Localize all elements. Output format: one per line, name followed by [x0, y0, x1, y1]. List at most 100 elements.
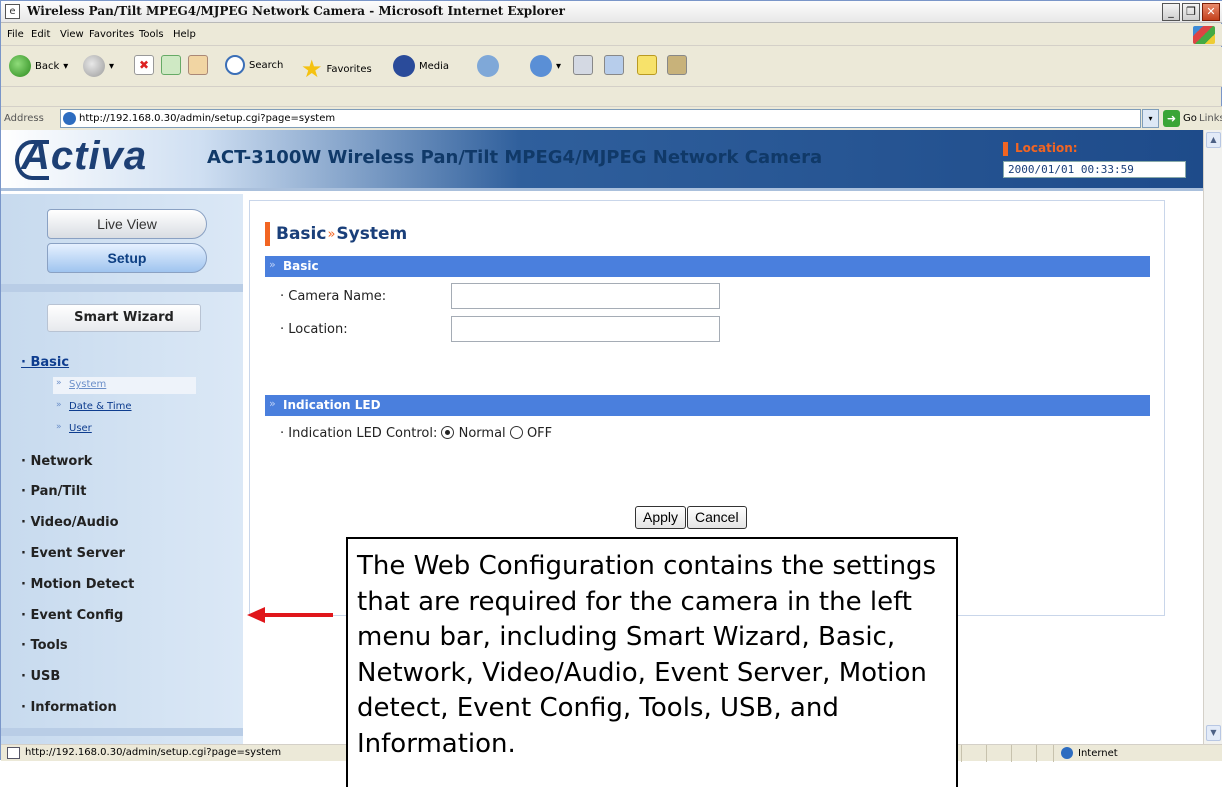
close-button[interactable]: ✕	[1202, 3, 1220, 21]
callout-information: Information	[357, 728, 508, 759]
mail-button[interactable]: ▾	[530, 55, 561, 77]
title-bar: e Wireless Pan/Tilt MPEG4/MJPEG Network …	[1, 1, 1222, 23]
led-control-row: · Indication LED Control: Normal OFF	[280, 426, 553, 441]
callout-smart-wizard: Smart Wizard	[625, 622, 802, 652]
home-button[interactable]	[188, 55, 208, 75]
forward-button[interactable]: ▾	[83, 55, 114, 77]
live-view-button[interactable]: Live View	[47, 209, 207, 239]
smart-wizard-button[interactable]: Smart Wizard	[47, 304, 201, 332]
forward-arrow-icon	[83, 55, 105, 77]
messenger-button[interactable]	[667, 55, 687, 75]
print-icon	[573, 55, 593, 75]
stop-button[interactable]: ✖	[134, 55, 154, 75]
callout-event-config: Event Config	[456, 693, 623, 723]
menu-view[interactable]: View	[60, 29, 84, 40]
search-icon	[225, 55, 245, 75]
back-button[interactable]: Back ▾	[9, 55, 68, 77]
submenu-date-time[interactable]: Date & Time	[53, 399, 196, 416]
minimize-button[interactable]: _	[1162, 3, 1180, 21]
menu-basic[interactable]: · Basic	[21, 355, 69, 370]
address-input[interactable]: http://192.168.0.30/admin/setup.cgi?page…	[60, 109, 1141, 128]
submenu-user[interactable]: User	[53, 421, 196, 438]
scroll-up-icon[interactable]: ▲	[1206, 132, 1221, 148]
page-title: Basic » System	[265, 222, 407, 246]
edit-icon	[604, 55, 624, 75]
submenu-system[interactable]: System	[53, 377, 196, 394]
address-dropdown-button[interactable]: ▾	[1142, 109, 1159, 128]
restore-button[interactable]: ❐	[1182, 3, 1200, 21]
location-input[interactable]	[451, 316, 720, 342]
menu-event-config[interactable]: · Event Config	[21, 608, 123, 623]
product-title: ACT-3100W Wireless Pan/Tilt MPEG4/MJPEG …	[207, 147, 823, 168]
go-arrow-icon: ➜	[1163, 110, 1180, 127]
section-basic: Basic	[265, 256, 1150, 277]
media-button[interactable]: Media	[393, 55, 449, 77]
back-arrow-icon	[9, 55, 31, 77]
sidebar-divider	[1, 284, 243, 292]
annotation-callout: The Web Configuration contains the setti…	[346, 537, 958, 787]
sidebar-bottom-divider	[1, 728, 243, 736]
menu-motion-detect[interactable]: · Motion Detect	[21, 577, 134, 592]
vertical-scrollbar[interactable]: ▲ ▼	[1203, 130, 1222, 744]
address-bar: Address http://192.168.0.30/admin/setup.…	[1, 106, 1222, 130]
menu-event-server[interactable]: · Event Server	[21, 546, 125, 561]
setup-button[interactable]: Setup	[47, 243, 207, 273]
menu-help[interactable]: Help	[173, 29, 196, 40]
links-button[interactable]: Links	[1199, 113, 1222, 124]
callout-basic: Basic	[818, 622, 887, 652]
print-button[interactable]	[573, 55, 593, 75]
left-menu: Live View Setup Smart Wizard · Basic Sys…	[1, 194, 243, 744]
scroll-down-icon[interactable]: ▼	[1206, 725, 1221, 741]
note-icon	[637, 55, 657, 75]
cancel-button[interactable]: Cancel	[687, 506, 747, 529]
location-label: Location:	[1015, 141, 1078, 155]
menu-tools[interactable]: · Tools	[21, 638, 68, 653]
menu-file[interactable]: File	[7, 29, 24, 40]
callout-video-audio: Video/Audio	[482, 657, 638, 688]
page-favicon-icon	[63, 112, 76, 125]
history-button[interactable]	[477, 55, 499, 77]
security-zone: Internet	[1061, 747, 1118, 759]
callout-event-server: Event Server	[654, 657, 823, 688]
title-accent-bar	[265, 222, 270, 246]
callout-usb: USB	[720, 693, 774, 723]
red-arrow-icon	[247, 607, 333, 623]
location-flag-icon	[1003, 142, 1008, 156]
media-icon	[393, 55, 415, 77]
favorites-button[interactable]: ★ Favorites	[301, 55, 372, 83]
menu-favorites[interactable]: Favorites	[89, 29, 134, 40]
section-indication-led: Indication LED	[265, 395, 1150, 416]
search-button[interactable]: Search	[225, 55, 283, 75]
home-icon	[188, 55, 208, 75]
menu-network[interactable]: · Network	[21, 454, 92, 469]
menu-usb[interactable]: · USB	[21, 669, 60, 684]
menu-tools[interactable]: Tools	[139, 29, 164, 40]
camera-name-label: · Camera Name:	[280, 289, 387, 304]
camera-header: Activa ACT-3100W Wireless Pan/Tilt MPEG4…	[1, 130, 1203, 191]
menu-edit[interactable]: Edit	[31, 29, 50, 40]
camera-name-input[interactable]	[451, 283, 720, 309]
ie-page-icon: e	[5, 4, 20, 19]
discuss-button[interactable]	[637, 55, 657, 75]
menu-pan-tilt[interactable]: · Pan/Tilt	[21, 484, 86, 499]
history-icon	[477, 55, 499, 77]
address-label: Address	[4, 113, 44, 124]
menu-video-audio[interactable]: · Video/Audio	[21, 515, 119, 530]
led-off-radio[interactable]	[509, 426, 523, 439]
star-icon: ★	[301, 55, 323, 83]
globe-icon	[1061, 747, 1073, 759]
page-status-icon	[7, 747, 20, 759]
toolbar: Back ▾ ▾ ✖ Search ★ Favorites Media ▾	[1, 47, 1222, 87]
edit-button[interactable]	[604, 55, 624, 75]
status-text: http://192.168.0.30/admin/setup.cgi?page…	[25, 747, 282, 758]
location-field-label: · Location:	[280, 322, 348, 337]
go-button[interactable]: ➜ Go	[1163, 110, 1197, 127]
windows-logo-icon	[1193, 26, 1215, 44]
activa-logo: Activa	[15, 134, 147, 180]
refresh-button[interactable]	[161, 55, 181, 75]
apply-button[interactable]: Apply	[635, 506, 687, 529]
messenger-icon	[667, 55, 687, 75]
menu-information[interactable]: · Information	[21, 700, 117, 715]
led-normal-radio[interactable]	[441, 426, 455, 439]
stop-icon: ✖	[134, 55, 154, 75]
